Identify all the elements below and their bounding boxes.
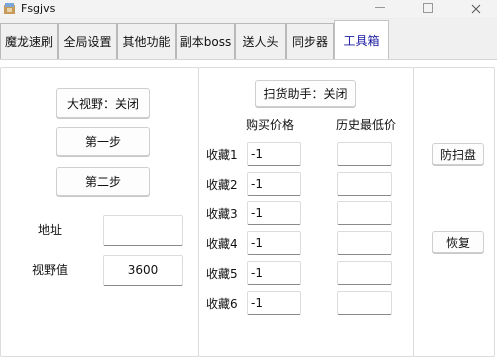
tab-dungeon-boss[interactable]: 副本boss (176, 23, 235, 59)
sweep-helper-button[interactable]: 扫货助手：关闭 (255, 80, 356, 107)
lowest-price-input-4[interactable] (337, 231, 392, 255)
minimize-button[interactable] (360, 0, 400, 18)
fov-label: 视野值 (32, 263, 69, 277)
buy-price-input-4[interactable]: -1 (247, 231, 301, 255)
address-label: 地址 (38, 223, 63, 237)
close-button[interactable] (456, 0, 496, 18)
tab-molong-speed[interactable]: 魔龙速刷 (0, 23, 58, 59)
buy-price-input-3[interactable]: -1 (247, 201, 301, 225)
lowest-price-input-6[interactable] (337, 291, 392, 315)
maximize-button[interactable] (408, 0, 448, 18)
tab-other-functions[interactable]: 其他功能 (117, 23, 176, 59)
restore-button[interactable]: 恢复 (432, 231, 484, 253)
favorite-label-3: 收藏3 (206, 207, 238, 221)
title-bar: Fsgjvs (0, 0, 497, 19)
buy-price-input-5[interactable]: -1 (247, 261, 301, 285)
lowest-price-input-5[interactable] (337, 261, 392, 285)
lowest-price-input-3[interactable] (337, 201, 392, 225)
view-group: 大视野：关闭 第一步 第二步 地址 视野值 3600 (0, 67, 199, 357)
favorite-label-4: 收藏4 (206, 237, 238, 251)
fov-input[interactable]: 3600 (103, 255, 183, 286)
address-input[interactable] (103, 215, 183, 246)
favorite-label-1: 收藏1 (206, 148, 238, 162)
buy-price-input-6[interactable]: -1 (247, 291, 301, 315)
anti-sweep-group: 防扫盘 恢复 (413, 67, 495, 357)
tab-send-heads[interactable]: 送人头 (235, 23, 286, 59)
lowest-price-header: 历史最低价 (336, 118, 397, 132)
favorite-label-5: 收藏5 (206, 267, 238, 281)
buy-price-header: 购买价格 (246, 118, 295, 132)
lowest-price-input-1[interactable] (337, 142, 392, 166)
favorite-label-6: 收藏6 (206, 297, 238, 311)
tab-global-settings[interactable]: 全局设置 (58, 23, 117, 59)
step2-button[interactable]: 第二步 (56, 167, 150, 196)
wide-view-button[interactable]: 大视野：关闭 (56, 88, 150, 118)
maximize-icon (423, 2, 433, 13)
tab-synchronizer[interactable]: 同步器 (286, 23, 334, 59)
minimize-icon (375, 7, 385, 8)
toolbox-panel: 大视野：关闭 第一步 第二步 地址 视野值 3600 扫货助手：关闭 购买价格 … (0, 59, 497, 358)
window-title: Fsgjvs (21, 2, 56, 15)
step1-button[interactable]: 第一步 (56, 127, 150, 156)
sweep-group: 扫货助手：关闭 购买价格 历史最低价 收藏1 -1 收藏2 -1 收藏3 -1 … (198, 67, 414, 357)
anti-sweep-button[interactable]: 防扫盘 (432, 143, 484, 165)
app-icon (4, 3, 15, 14)
lowest-price-input-2[interactable] (337, 172, 392, 196)
favorite-label-2: 收藏2 (206, 178, 238, 192)
buy-price-input-2[interactable]: -1 (247, 172, 301, 196)
close-icon (471, 4, 481, 14)
tab-toolbox[interactable]: 工具箱 (334, 20, 389, 60)
buy-price-input-1[interactable]: -1 (247, 142, 301, 166)
